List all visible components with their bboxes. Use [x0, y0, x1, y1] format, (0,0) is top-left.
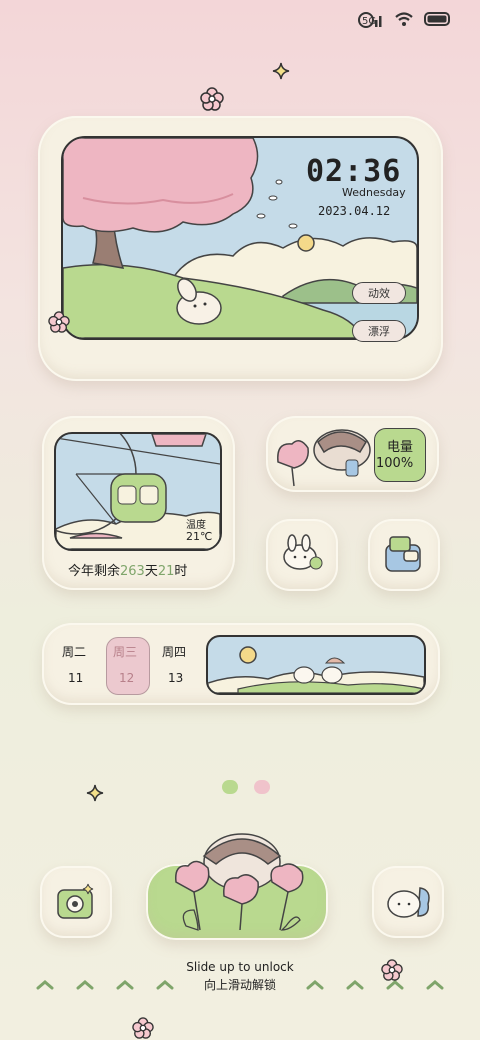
calendar-day-num: 12	[119, 671, 135, 685]
clock-widget[interactable]: 02:36 Wednesday 2023.04.12 动效 漂浮	[38, 116, 443, 381]
wifi-icon	[394, 11, 414, 27]
camera-icon	[57, 883, 94, 919]
battery-label: 电量	[387, 440, 414, 455]
bunny-cloud-icon	[387, 887, 430, 918]
bunny-app-icon[interactable]	[266, 519, 338, 591]
calendar-widget[interactable]: 周二 11 周三 12 周四 13	[42, 623, 440, 705]
unlock-hint-en: Slide up to unlock	[186, 960, 294, 974]
year-countdown: 今年剩余263天21时	[68, 560, 187, 579]
status-bar: 5G	[358, 10, 452, 28]
temperature-value: 21℃	[186, 530, 213, 543]
calendar-day-name: 周四	[162, 645, 187, 659]
float-button[interactable]: 漂浮	[352, 320, 406, 342]
temperature-label: 温度	[186, 520, 206, 531]
swipe-chevrons-left	[36, 976, 186, 995]
bunny-blob-app-icon[interactable]	[372, 866, 444, 938]
weather-widget[interactable]: 温度 21℃ 今年剩余263天21时	[42, 416, 235, 590]
calendar-day-name: 周二	[62, 645, 87, 659]
clock-time: 02:36	[306, 154, 402, 189]
calendar-scene	[206, 635, 426, 695]
days-left: 263	[120, 564, 145, 579]
calendar-day-num: 11	[68, 671, 84, 685]
page-indicator-green[interactable]	[222, 780, 238, 794]
countdown-prefix: 今年剩余	[68, 564, 121, 579]
cellular-signal-icon: 5G	[358, 10, 384, 28]
svg-text:5G: 5G	[362, 16, 376, 27]
hours-left: 21	[157, 564, 175, 579]
flower-icon	[381, 959, 403, 981]
calendar-day-num: 13	[168, 671, 184, 685]
bunny-icon	[283, 534, 323, 570]
animation-button[interactable]: 动效	[352, 282, 406, 304]
wallet-app-icon[interactable]	[368, 519, 440, 591]
calendar-day-name: 周三	[113, 645, 138, 659]
battery-widget[interactable]: 电量 100%	[266, 416, 439, 492]
sparkle-icon	[272, 62, 290, 80]
clock-weekday: Wednesday	[342, 186, 406, 199]
flower-icon	[48, 311, 70, 333]
battery-icon	[424, 12, 452, 26]
flower-icon	[132, 1017, 154, 1039]
wallet-icon	[385, 536, 421, 572]
page-indicator-pink[interactable]	[254, 780, 270, 794]
clock-date: 2023.04.12	[318, 204, 391, 218]
battery-value: 100%	[376, 456, 414, 471]
hours-unit: 时	[174, 564, 188, 579]
flower-icon	[200, 87, 224, 111]
sparkle-icon	[86, 784, 104, 802]
camera-app-icon[interactable]	[40, 866, 112, 938]
ferris-wheel-scene: 温度 21℃	[54, 432, 222, 551]
dog-flower-illustration	[277, 429, 371, 487]
dog-tulip-illustration	[175, 833, 304, 931]
days-unit: 天	[144, 564, 158, 579]
